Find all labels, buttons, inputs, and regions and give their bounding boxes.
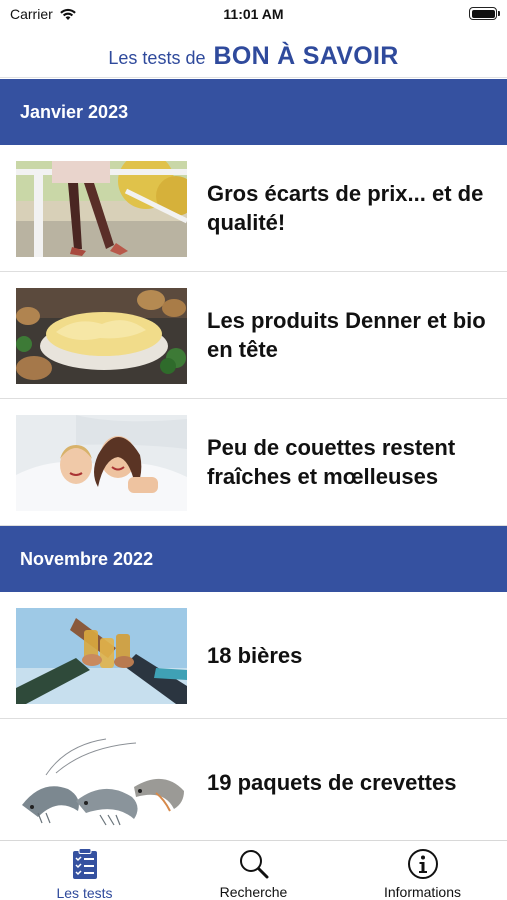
article-title: 19 paquets de crevettes <box>207 770 457 795</box>
article-row[interactable]: 18 bières <box>0 592 507 719</box>
app-header: Les tests de BON À SAVOIR <box>0 36 507 78</box>
article-title: Peu de couettes restent fraîches et mœll… <box>207 435 456 489</box>
couette-photo <box>16 415 187 511</box>
article-title: Gros écarts de prix... et de qualité! <box>207 181 484 235</box>
magnifier-icon <box>239 849 268 878</box>
puree-photo <box>16 288 187 384</box>
article-row[interactable]: Les produits Denner et bio en tête <box>0 272 507 399</box>
tab-recherche[interactable]: Recherche <box>169 841 338 900</box>
tab-informations[interactable]: Informations <box>338 841 507 900</box>
bieres-photo <box>16 608 187 704</box>
battery-icon <box>469 7 500 20</box>
article-row[interactable]: 19 paquets de crevettes <box>0 719 507 846</box>
section-header: Novembre 2022 <box>0 526 507 592</box>
article-title: Les produits Denner et bio en tête <box>207 308 486 362</box>
brand-logo: BON À SAVOIR <box>213 42 399 70</box>
info-circle-icon <box>407 848 438 879</box>
status-bar: Carrier 11:01 AM <box>0 0 507 28</box>
article-title: 18 bières <box>207 642 303 668</box>
tab-label: Les tests <box>56 885 113 900</box>
tab-les-tests[interactable]: Les tests <box>0 841 169 900</box>
clipboard-checklist-icon <box>72 848 97 879</box>
article-row[interactable]: Peu de couettes restent fraîches et mœll… <box>0 399 507 526</box>
header-prefix: Les tests de <box>108 47 206 68</box>
tab-bar: Les tests Recherche Informations <box>0 840 507 900</box>
collants-photo <box>16 161 187 257</box>
crevettes-photo <box>16 735 187 831</box>
tab-label: Recherche <box>219 884 288 900</box>
status-time: 11:01 AM <box>223 6 284 22</box>
article-row[interactable]: Gros écarts de prix... et de qualité! <box>0 145 507 272</box>
section-header: Janvier 2023 <box>0 79 507 145</box>
tab-label: Informations <box>383 884 462 900</box>
